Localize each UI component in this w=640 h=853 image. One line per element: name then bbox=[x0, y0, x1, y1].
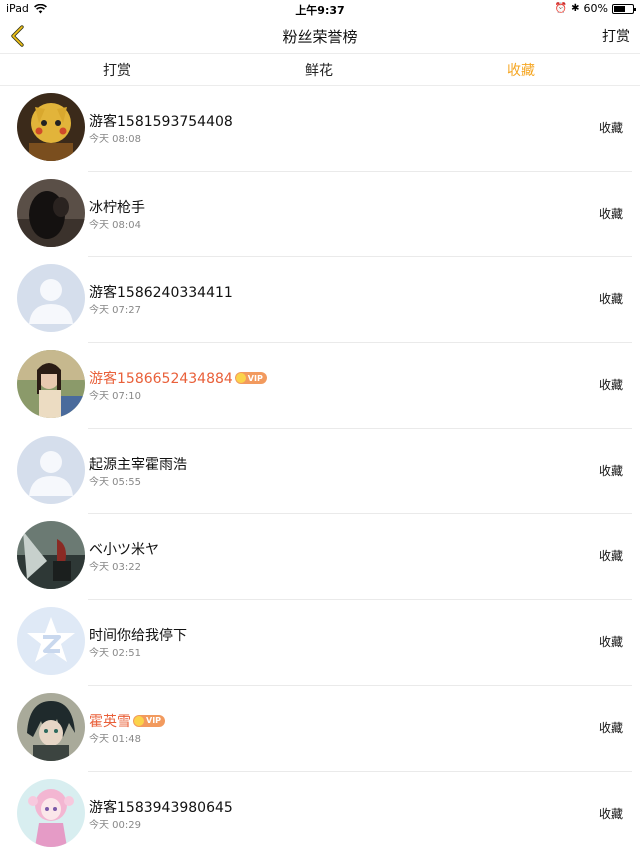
battery-percent: 60% bbox=[583, 2, 608, 15]
fan-name: 游客1586240334411 bbox=[89, 285, 233, 302]
fan-time: 今天 01:48 bbox=[89, 733, 141, 745]
fan-name: 游客1583943980645 bbox=[89, 799, 233, 816]
alarm-icon: ⏰ bbox=[554, 3, 568, 14]
fan-row[interactable]: 冰柠枪手今天 08:04 收藏 bbox=[0, 172, 640, 258]
tab-favorites[interactable]: 收藏 bbox=[461, 60, 581, 80]
fan-name: 冰柠枪手 bbox=[89, 199, 145, 216]
fan-name: ベ小ツ米ヤ bbox=[89, 542, 159, 559]
vip-badge: VIP bbox=[133, 714, 166, 727]
avatar[interactable] bbox=[17, 778, 85, 847]
fan-time: 今天 08:04 bbox=[89, 219, 141, 231]
status-right: ⏰ ✱ 60% bbox=[554, 2, 636, 15]
fan-row[interactable]: 游客1586652434884 VIP 今天 07:10 收藏 bbox=[0, 343, 640, 429]
fan-name-line: ベ小ツ米ヤ bbox=[89, 539, 159, 559]
fan-name: 游客1586652434884 bbox=[89, 371, 233, 388]
favorite-label: 收藏 bbox=[598, 121, 623, 135]
fan-row[interactable]: 时间你给我停下今天 02:51 收藏 bbox=[0, 600, 640, 686]
battery-level bbox=[614, 5, 625, 12]
fan-time: 今天 07:10 bbox=[89, 391, 141, 403]
avatar[interactable] bbox=[17, 264, 85, 333]
fan-time: 今天 05:55 bbox=[89, 476, 141, 488]
fan-name: 时间你给我停下 bbox=[89, 628, 187, 645]
avatar[interactable] bbox=[17, 93, 85, 161]
fan-name: 霍英雪 bbox=[89, 713, 131, 730]
page-title: 粉丝荣誉榜 bbox=[282, 28, 358, 46]
favorite-label: 收藏 bbox=[598, 206, 623, 221]
status-bar: iPad 上午9:37 ⏰ ✱ 60% bbox=[0, 0, 640, 18]
fan-row[interactable]: 游客1583943980645 今天 00:29 收藏 bbox=[0, 772, 640, 853]
fan-row[interactable]: 霍英雪 VIP 今天 01:48 收藏 bbox=[0, 686, 640, 772]
favorite-label: 收藏 bbox=[598, 720, 623, 735]
bluetooth-icon: ✱ bbox=[571, 3, 580, 14]
fan-name-line: 游客1583943980645 bbox=[89, 797, 233, 817]
fan-row[interactable]: 起源主宰霍雨浩今天 05:55 收藏 bbox=[0, 429, 640, 515]
avatar[interactable] bbox=[17, 178, 85, 247]
fan-time: 今天 08:08 bbox=[89, 134, 141, 145]
avatar[interactable] bbox=[17, 435, 85, 504]
fan-name-line: 冰柠枪手 bbox=[89, 197, 145, 217]
nav-bar: 粉丝荣誉榜 打赏 bbox=[0, 18, 640, 54]
status-time: 上午9:37 bbox=[295, 4, 345, 17]
favorite-label: 收藏 bbox=[598, 292, 623, 307]
fan-name-line: 游客1581593754408 bbox=[89, 111, 233, 131]
fan-name-line: 游客1586652434884 VIP bbox=[89, 368, 267, 388]
fan-time: 今天 07:27 bbox=[89, 305, 141, 317]
tab-flowers[interactable]: 鲜花 bbox=[259, 60, 379, 80]
crown-icon bbox=[235, 373, 246, 384]
reward-button[interactable]: 打赏 bbox=[602, 26, 630, 46]
tab-bar: 打赏 鲜花 收藏 bbox=[0, 54, 640, 86]
fan-name-line: 时间你给我停下 bbox=[89, 625, 187, 645]
avatar[interactable] bbox=[17, 692, 85, 761]
fan-name: 游客1581593754408 bbox=[89, 114, 233, 130]
fan-list: 游客1581593754408 今天 08:08 收藏 冰柠枪手 今天 08:04 收藏游… bbox=[0, 86, 640, 853]
avatar[interactable] bbox=[17, 607, 85, 676]
favorite-label: 收藏 bbox=[598, 806, 623, 821]
crown-icon bbox=[134, 715, 144, 726]
avatar[interactable] bbox=[17, 350, 85, 419]
favorite-label: 收藏 bbox=[598, 378, 623, 393]
favorite-label: 收藏 bbox=[598, 635, 623, 650]
fan-time: 今天 00:29 bbox=[89, 819, 141, 831]
fan-row[interactable]: 游客1586240334411 今天 07:27 收藏 bbox=[0, 257, 640, 343]
fan-name-line: 游客1586240334411 bbox=[89, 282, 233, 302]
fan-name: 起源主宰霍雨浩 bbox=[89, 456, 187, 473]
fan-name-line: 起源主宰霍雨浩 bbox=[89, 454, 187, 474]
vip-badge: VIP bbox=[234, 372, 267, 385]
fan-name-line: 霍英雪 VIP bbox=[89, 711, 166, 731]
fan-row[interactable]: 游客1581593754408 今天 08:08 收藏 bbox=[0, 86, 640, 172]
fan-row[interactable]: ベ小ツ米ヤ今天 03:22 收藏 bbox=[0, 514, 640, 600]
battery-icon bbox=[612, 3, 636, 14]
fan-time: 今天 02:51 bbox=[89, 648, 141, 660]
tab-reward[interactable]: 打赏 bbox=[57, 60, 177, 80]
favorite-label: 收藏 bbox=[598, 463, 623, 478]
vip-label: VIP bbox=[247, 373, 263, 383]
fan-time: 今天 03:22 bbox=[89, 562, 141, 574]
favorite-label: 收藏 bbox=[598, 549, 623, 564]
vip-label: VIP bbox=[146, 716, 162, 726]
avatar[interactable] bbox=[17, 521, 85, 590]
